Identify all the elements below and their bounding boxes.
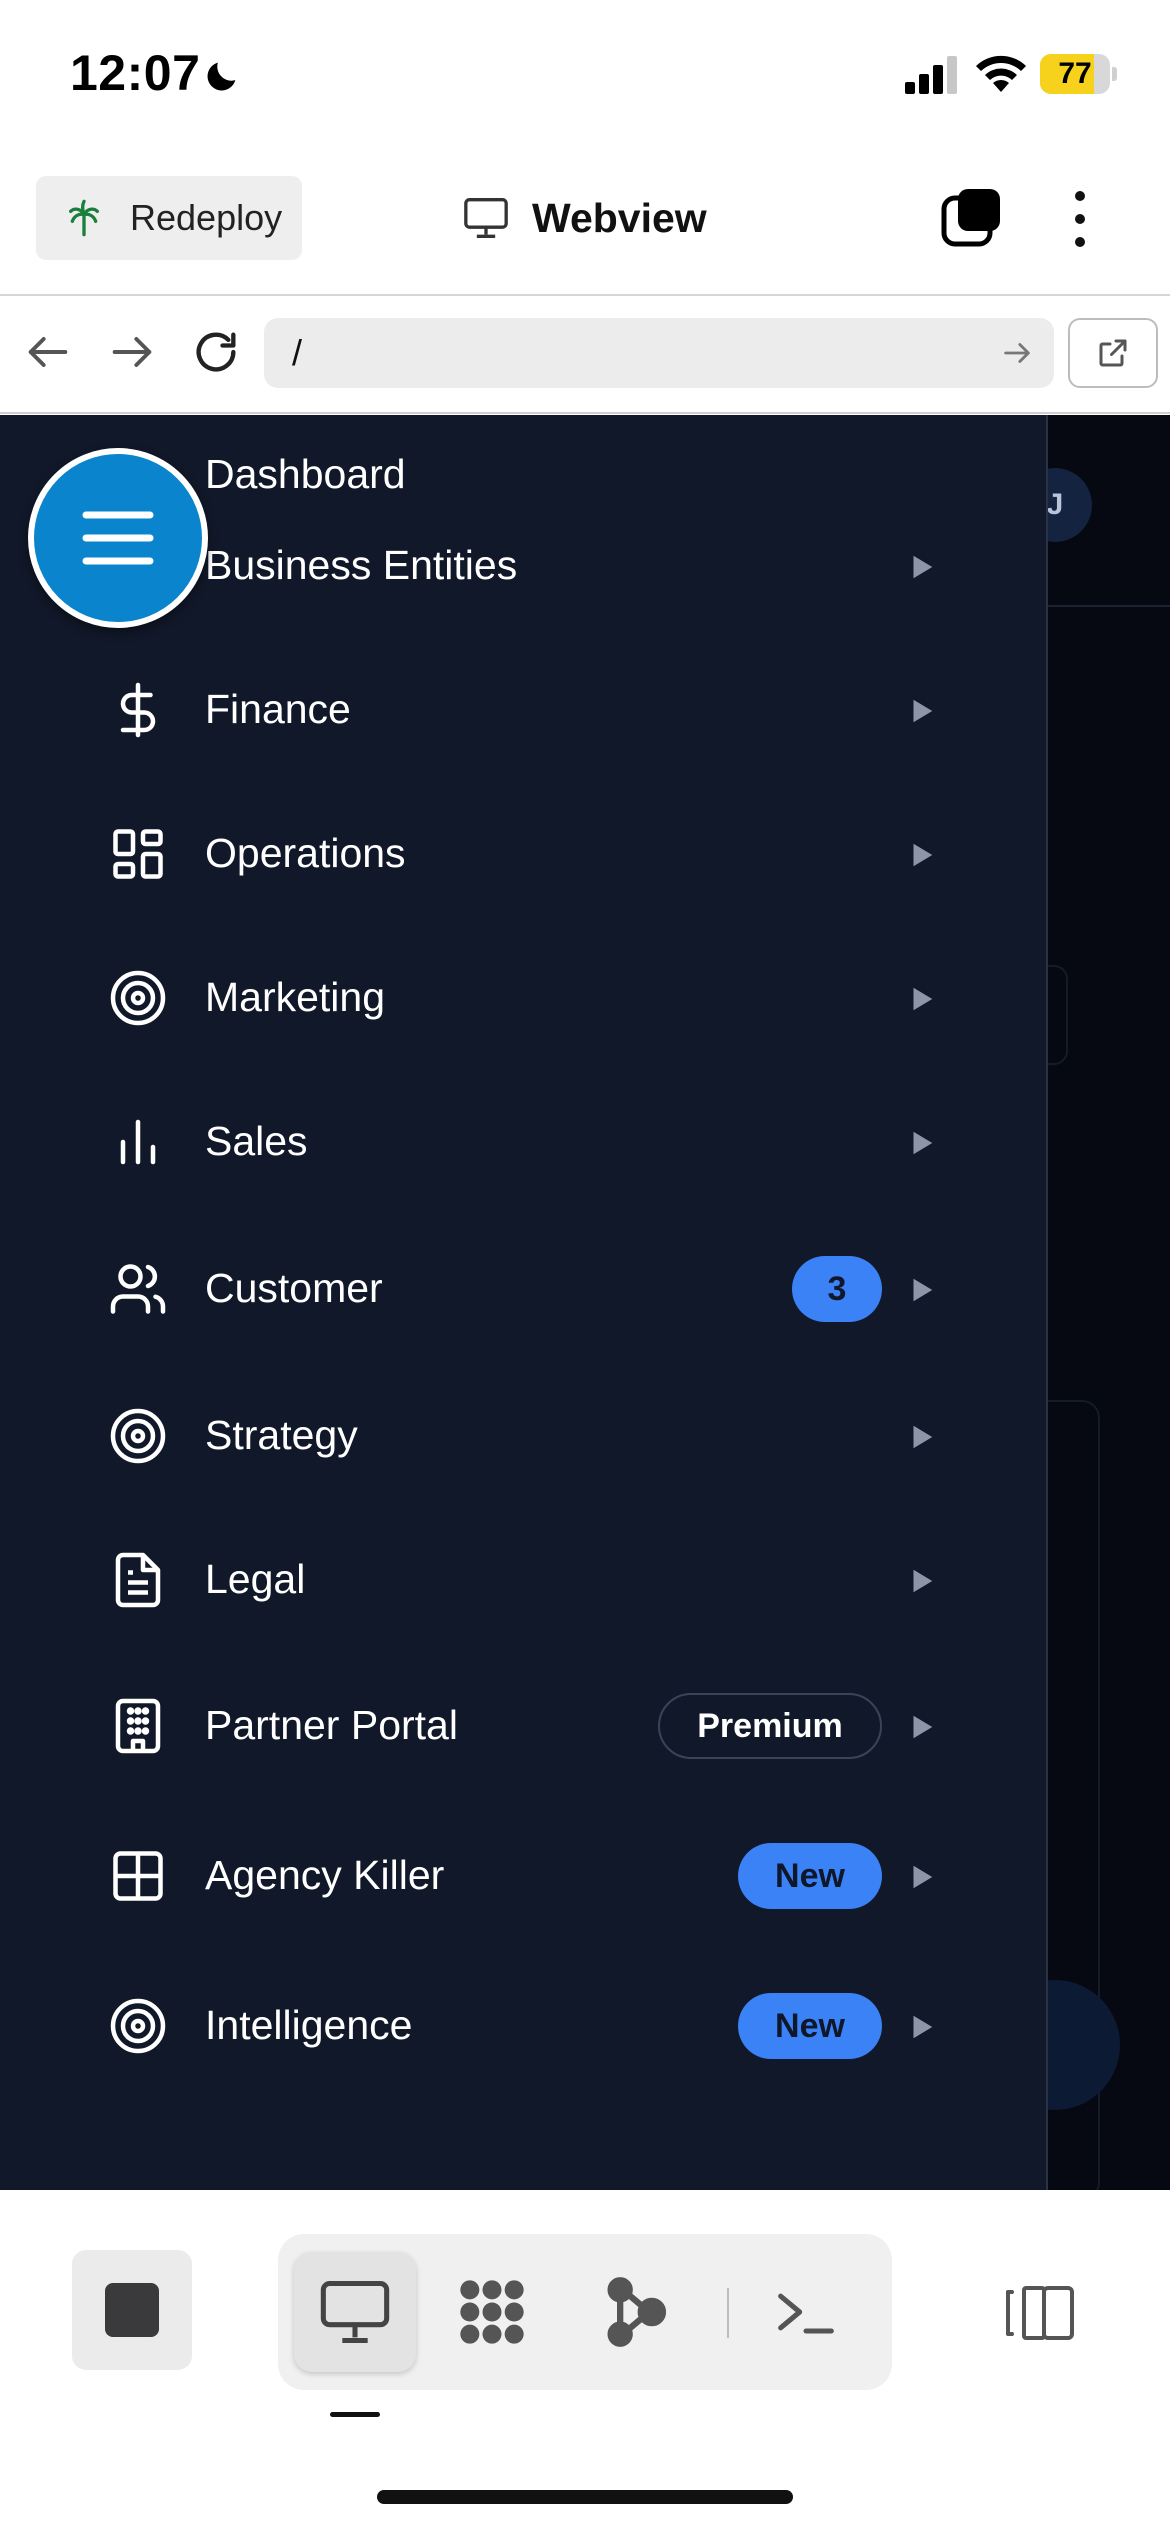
- status-bar: 12:07 77: [0, 0, 1170, 150]
- bar-chart-icon: [120, 1119, 156, 1165]
- redeploy-button[interactable]: Redeploy: [36, 176, 302, 260]
- forward-arrow-icon[interactable]: [106, 326, 158, 378]
- caret-right-icon: [913, 987, 933, 1011]
- sidebar-drawer: Dashboard Business Entities Finance Oper…: [0, 415, 1048, 2190]
- open-external-button[interactable]: [1068, 318, 1158, 388]
- battery-icon: 77: [1040, 54, 1117, 94]
- browser-toolbar: [0, 296, 1170, 414]
- stop-button[interactable]: [72, 2250, 192, 2370]
- redeploy-label: Redeploy: [130, 197, 283, 238]
- divider: [1048, 605, 1170, 607]
- sidebar-item-customer[interactable]: Customer 3: [0, 1229, 1048, 1349]
- go-arrow-icon[interactable]: [1000, 336, 1034, 370]
- cellular-signal-icon: [905, 56, 957, 94]
- sidebar-item-partner-portal[interactable]: Partner Portal Premium: [0, 1666, 1048, 1786]
- caret-right-icon: [913, 1131, 933, 1155]
- sidebar-item-label: Customer: [205, 1265, 383, 1311]
- title-text: Webview: [532, 194, 707, 241]
- building-icon: [115, 1698, 161, 1754]
- stop-icon: [105, 2283, 159, 2337]
- premium-badge: Premium: [658, 1693, 882, 1759]
- workflow-icon[interactable]: [598, 2274, 674, 2350]
- sidebar-item-label: Legal: [205, 1556, 306, 1602]
- target-icon: [110, 1408, 166, 1464]
- sidebar-item-finance[interactable]: Finance: [0, 650, 1048, 770]
- app-header: Redeploy Webview: [0, 150, 1170, 296]
- caret-right-icon: [913, 1278, 933, 1302]
- caret-right-icon: [913, 1425, 933, 1449]
- layout-grid-icon: [113, 829, 163, 879]
- active-indicator: [330, 2412, 380, 2417]
- dots-cluster-icon[interactable]: [454, 2274, 530, 2350]
- bottom-toolbar: [0, 2190, 1170, 2532]
- caret-right-icon: [913, 699, 933, 723]
- sidebar-item-sales[interactable]: Sales: [0, 1082, 1048, 1202]
- sidebar-item-label: Dashboard: [205, 451, 406, 497]
- new-badge: New: [738, 1993, 882, 2059]
- monitor-icon: [464, 198, 508, 238]
- sidebar-item-label: Intelligence: [205, 2002, 413, 2048]
- web-content: J Dashboard Business Entities Finance Op…: [0, 415, 1170, 2190]
- sidebar-item-label: Business Entities: [205, 542, 518, 588]
- grid-icon: [113, 1851, 163, 1901]
- terminal-icon[interactable]: [768, 2274, 844, 2350]
- notification-count-badge: 3: [792, 1256, 882, 1322]
- wifi-icon: [976, 55, 1026, 92]
- tabs-icon[interactable]: [940, 186, 1006, 252]
- battery-percent: 77: [1058, 57, 1092, 90]
- caret-right-icon: [913, 2015, 933, 2039]
- monitor-icon[interactable]: [317, 2274, 393, 2350]
- sidebar-item-operations[interactable]: Operations: [0, 794, 1048, 914]
- new-badge: New: [738, 1843, 882, 1909]
- reload-icon[interactable]: [190, 326, 242, 378]
- status-time: 12:07: [70, 45, 201, 101]
- external-link-icon: [1099, 339, 1127, 367]
- url-input[interactable]: [264, 318, 1054, 388]
- sidebar-item-intelligence[interactable]: Intelligence New: [0, 1966, 1048, 2086]
- sidebar-item-label: Agency Killer: [205, 1852, 445, 1898]
- caret-right-icon: [913, 1865, 933, 1889]
- palm-tree-icon: [69, 199, 100, 237]
- page-title: Webview: [462, 190, 707, 246]
- sidebar-item-legal[interactable]: Legal: [0, 1520, 1048, 1640]
- more-vertical-icon[interactable]: [1064, 186, 1096, 252]
- sidebar-item-label: Finance: [205, 686, 351, 732]
- divider: [727, 2288, 729, 2338]
- hamburger-icon: [82, 511, 154, 565]
- dollar-icon: [120, 682, 156, 738]
- caret-right-icon: [913, 843, 933, 867]
- moon-icon: [207, 62, 236, 91]
- back-arrow-icon[interactable]: [22, 326, 74, 378]
- target-icon: [110, 970, 166, 1026]
- sidebar-item-label: Marketing: [205, 974, 386, 1020]
- users-icon: [110, 1264, 166, 1314]
- target-icon: [110, 1998, 166, 2054]
- sidebar-item-marketing[interactable]: Marketing: [0, 938, 1048, 1058]
- sidebar-item-strategy[interactable]: Strategy: [0, 1376, 1048, 1496]
- caret-right-icon: [913, 1569, 933, 1593]
- file-text-icon: [115, 1552, 161, 1608]
- home-indicator[interactable]: [377, 2490, 793, 2504]
- caret-right-icon: [913, 1715, 933, 1739]
- caret-right-icon: [913, 555, 933, 579]
- view-switcher: [278, 2234, 892, 2390]
- side-panel-icon[interactable]: [1000, 2282, 1076, 2344]
- menu-toggle-button[interactable]: [28, 448, 208, 628]
- sidebar-item-label: Strategy: [205, 1412, 358, 1458]
- sidebar-item-agency-killer[interactable]: Agency Killer New: [0, 1816, 1048, 1936]
- sidebar-item-label: Partner Portal: [205, 1702, 458, 1748]
- sidebar-item-label: Operations: [205, 830, 406, 876]
- sidebar-item-label: Sales: [205, 1118, 308, 1164]
